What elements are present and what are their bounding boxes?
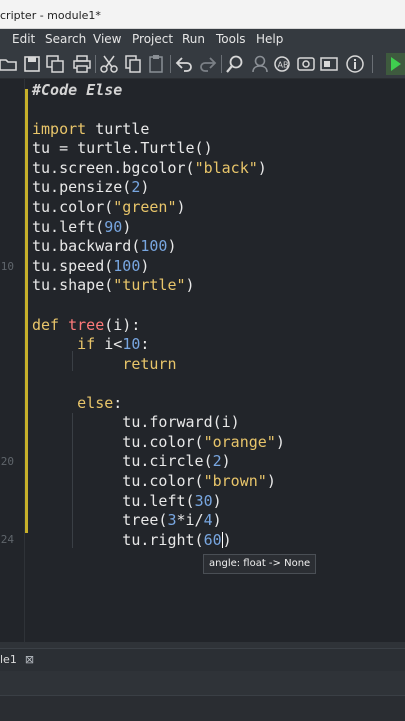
code-line: tu.pensize(2)	[32, 178, 150, 196]
menu-view[interactable]: View	[93, 32, 121, 46]
tab-label: le1	[0, 653, 17, 666]
line-number: 20	[0, 455, 14, 468]
code-line: tu.color("orange")	[32, 433, 285, 451]
code-line: tu.speed(100)	[32, 257, 150, 275]
code-line: tu.shape("turtle")	[32, 276, 195, 294]
open-icon[interactable]	[0, 54, 18, 74]
title-bar: cripter - module1*	[0, 0, 405, 29]
toolbar-separator	[170, 55, 171, 73]
code-line: def tree(i):	[32, 316, 141, 334]
toolbar: AB	[0, 50, 405, 79]
document-tab[interactable]: le1 ⊠	[0, 649, 40, 671]
code-line: tree(3*i/4)	[32, 511, 222, 529]
redo-icon[interactable]	[198, 54, 218, 74]
undo-icon[interactable]	[174, 54, 194, 74]
code-line: tu.circle(2)	[32, 452, 231, 470]
code-line: tu.screen.bgcolor("black")	[32, 159, 267, 177]
code-line: return	[122, 355, 177, 373]
svg-text:AB: AB	[278, 61, 289, 70]
menu-search[interactable]: Search	[45, 32, 86, 46]
code-line: import turtle	[32, 120, 150, 138]
search-icon[interactable]	[225, 54, 245, 74]
line-number: 24	[0, 533, 14, 546]
cut-icon[interactable]	[99, 54, 119, 74]
info-icon[interactable]	[345, 54, 365, 74]
paste-icon[interactable]	[146, 54, 166, 74]
line-number-gutter: 10 20 24	[0, 79, 25, 642]
code-line: tu.backward(100)	[32, 237, 177, 255]
toolbar-separator	[221, 55, 222, 73]
menu-project[interactable]: Project	[132, 32, 173, 46]
replace-icon[interactable]	[249, 54, 269, 74]
code-line: tu.left(90)	[32, 218, 132, 236]
layout-icon[interactable]	[319, 54, 339, 74]
text-cursor	[221, 532, 223, 548]
close-icon[interactable]: ⊠	[25, 653, 34, 666]
run-button[interactable]	[386, 53, 405, 75]
code-line: tu.forward(i)	[32, 413, 240, 431]
menu-edit[interactable]: Edit	[12, 32, 35, 46]
code-line: tu.color("brown")	[32, 472, 276, 490]
menu-bar: Edit Search View Project Run Tools Help	[0, 29, 405, 50]
code-line: if i<10:	[77, 335, 150, 353]
toolbar-separator	[95, 55, 96, 73]
save-all-icon[interactable]	[45, 54, 65, 74]
toolbar-separator	[372, 55, 373, 73]
code-line: tu.color("green")	[32, 198, 186, 216]
window-title: cripter - module1*	[0, 9, 101, 22]
code-line: #Code Else	[32, 81, 123, 99]
fold-marker-bar	[25, 89, 28, 533]
options-icon[interactable]	[296, 54, 316, 74]
copy-icon[interactable]	[123, 54, 143, 74]
document-tab-strip: le1 ⊠	[0, 648, 405, 671]
save-icon[interactable]	[22, 54, 42, 74]
code-line: tu = turtle.Turtle()	[32, 139, 213, 157]
print-icon[interactable]	[72, 54, 92, 74]
code-line: tu.right(60)	[32, 531, 232, 549]
find-in-files-icon[interactable]: AB	[272, 54, 292, 74]
status-bar	[0, 695, 405, 721]
menu-run[interactable]: Run	[182, 32, 205, 46]
code-line: tu.left(30)	[32, 492, 222, 510]
line-number: 10	[0, 260, 14, 273]
run-icon	[391, 57, 401, 71]
menu-tools[interactable]: Tools	[216, 32, 246, 46]
menu-help[interactable]: Help	[256, 32, 283, 46]
code-line: else:	[77, 394, 123, 412]
calltip: angle: float -> None	[203, 554, 317, 574]
